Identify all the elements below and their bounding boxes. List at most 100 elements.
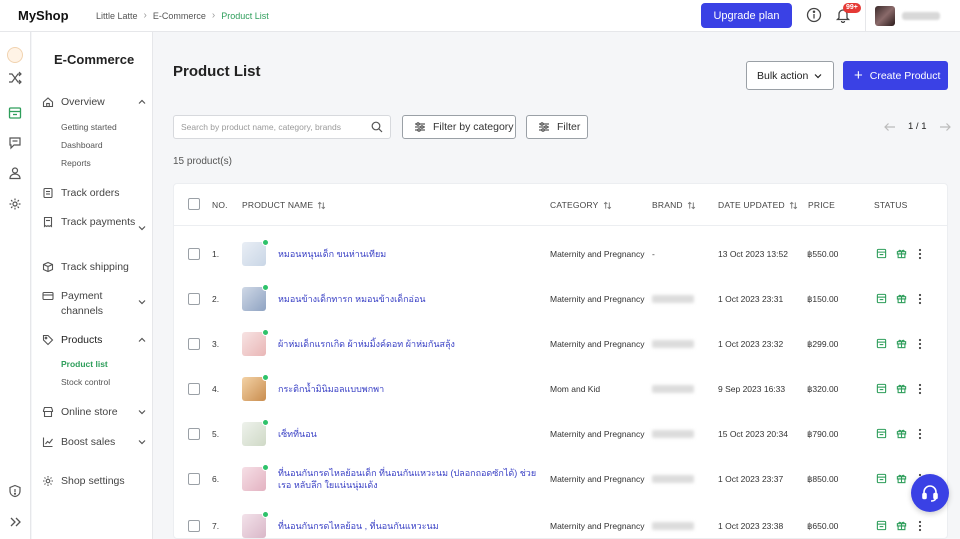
store-icon	[42, 406, 54, 418]
gift-icon[interactable]	[896, 520, 907, 531]
active-status-dot	[262, 419, 269, 426]
avatar[interactable]	[875, 6, 895, 26]
product-price: ฿550.00	[807, 249, 839, 259]
product-name-link[interactable]: หมอนข้างเด็กทารก หมอนข้างเด็กอ่อน	[278, 293, 548, 305]
row-number: 7.	[212, 521, 220, 531]
search-icon[interactable]	[371, 121, 383, 133]
storefront-icon[interactable]	[876, 293, 887, 304]
app-logo[interactable]: MyShop	[18, 8, 78, 23]
row-number: 5.	[212, 429, 220, 439]
product-thumbnail[interactable]	[242, 511, 269, 538]
product-thumbnail[interactable]	[242, 329, 269, 356]
product-thumbnail[interactable]	[242, 284, 269, 311]
row-checkbox[interactable]	[188, 383, 200, 395]
product-thumbnail[interactable]	[242, 239, 269, 266]
storefront-icon[interactable]	[876, 383, 887, 394]
sidebar-item-track-payments[interactable]: Track payments	[42, 215, 147, 233]
clipboard-icon	[43, 187, 53, 199]
sidebar-sub-dashboard[interactable]: Dashboard	[61, 140, 103, 150]
header-product-name[interactable]: PRODUCT NAME	[242, 200, 326, 210]
storefront-icon[interactable]	[876, 473, 887, 484]
gift-icon[interactable]	[896, 428, 907, 439]
sidebar-item-track-shipping[interactable]: Track shipping	[42, 260, 147, 275]
chat-icon[interactable]	[8, 136, 22, 150]
breadcrumb-ecommerce[interactable]: E-Commerce	[153, 11, 206, 21]
storefront-icon[interactable]	[8, 106, 22, 120]
product-thumbnail[interactable]	[242, 419, 269, 446]
upgrade-plan-button[interactable]: Upgrade plan	[701, 3, 792, 28]
table-row: 3. ผ้าห่มเด็กแรกเกิด ผ้าห่มมิ้งค์ดอท ผ้าห…	[174, 322, 947, 367]
header-brand[interactable]: BRAND	[652, 200, 696, 210]
row-checkbox[interactable]	[188, 338, 200, 350]
more-vertical-icon[interactable]	[918, 520, 922, 532]
arrow-right-icon[interactable]	[939, 122, 951, 132]
sidebar-item-online-store[interactable]: Online store	[42, 405, 147, 420]
row-checkbox[interactable]	[188, 293, 200, 305]
gift-icon[interactable]	[896, 383, 907, 394]
gift-icon[interactable]	[896, 248, 907, 259]
row-checkbox[interactable]	[188, 428, 200, 440]
arrow-left-icon[interactable]	[884, 122, 896, 132]
sidebar-item-boost-sales[interactable]: Boost sales	[42, 435, 147, 450]
search-box[interactable]	[173, 115, 391, 139]
sidebar-item-payment-channels[interactable]: Payment channels	[42, 289, 147, 319]
row-checkbox[interactable]	[188, 248, 200, 260]
storefront-icon[interactable]	[876, 248, 887, 259]
storefront-icon[interactable]	[876, 428, 887, 439]
product-name-link[interactable]: เซ็ทที่นอน	[278, 428, 548, 440]
row-checkbox[interactable]	[188, 520, 200, 532]
product-category: Maternity and Pregnancy	[550, 339, 645, 349]
filter-button[interactable]: Filter	[526, 115, 588, 139]
gift-icon[interactable]	[896, 293, 907, 304]
header-category[interactable]: CATEGORY	[550, 200, 612, 210]
product-thumbnail[interactable]	[242, 374, 269, 401]
sidebar-item-products[interactable]: Products	[42, 333, 147, 348]
product-category: Maternity and Pregnancy	[550, 249, 645, 259]
user-icon[interactable]	[8, 166, 22, 180]
pagination: 1 / 1	[884, 121, 951, 132]
product-name-link[interactable]: ที่นอนกันกรดไหลย้อนเด็ก ที่นอนกันแหวะนม …	[278, 467, 548, 491]
product-name-link[interactable]: หมอนหนุนเด็ก ขนห่านเทียม	[278, 248, 548, 260]
expand-sidebar-icon[interactable]	[8, 515, 22, 529]
table-row: 4. กระติกน้ำมินิมอลแบบพกพา Mom and Kid 9 Se…	[174, 367, 947, 412]
product-name-link[interactable]: ที่นอนกันกรดไหลย้อน , ที่นอนกันแหวะนม	[278, 520, 548, 532]
search-input[interactable]	[174, 116, 364, 138]
storefront-icon[interactable]	[876, 520, 887, 531]
header-date-updated[interactable]: DATE UPDATED	[718, 200, 798, 210]
create-product-button[interactable]: + Create Product	[843, 61, 948, 90]
sidebar-sub-product-list[interactable]: Product list	[61, 359, 108, 369]
row-checkbox[interactable]	[188, 473, 200, 485]
sidebar-item-track-orders[interactable]: Track orders	[42, 186, 147, 201]
sidebar-sub-reports[interactable]: Reports	[61, 158, 91, 168]
username-blurred[interactable]	[902, 12, 940, 20]
shuffle-icon[interactable]	[8, 71, 22, 85]
sidebar: E-Commerce Overview Getting started Dash…	[32, 32, 153, 539]
gift-icon[interactable]	[896, 473, 907, 484]
sidebar-item-overview[interactable]: Overview	[42, 95, 147, 110]
product-name-link[interactable]: ผ้าห่มเด็กแรกเกิด ผ้าห่มมิ้งค์ดอท ผ้าห่ม…	[278, 338, 548, 350]
headset-icon	[922, 485, 938, 502]
row-number: 3.	[212, 339, 220, 349]
gift-icon[interactable]	[896, 338, 907, 349]
more-vertical-icon[interactable]	[918, 293, 922, 305]
gear-icon[interactable]	[8, 197, 22, 211]
breadcrumb-shop[interactable]: Little Latte	[96, 11, 138, 21]
shop-logo-icon[interactable]	[7, 47, 23, 63]
shield-icon[interactable]	[8, 484, 22, 498]
more-vertical-icon[interactable]	[918, 338, 922, 350]
info-icon[interactable]	[806, 7, 822, 23]
product-name-link[interactable]: กระติกน้ำมินิมอลแบบพกพา	[278, 383, 548, 395]
filter-by-category-button[interactable]: Filter by category	[402, 115, 516, 139]
sidebar-sub-getting-started[interactable]: Getting started	[61, 122, 117, 132]
product-thumbnail[interactable]	[242, 464, 269, 491]
create-product-label: Create Product	[869, 69, 941, 82]
bulk-action-dropdown[interactable]: Bulk action	[746, 61, 834, 90]
support-chat-button[interactable]	[911, 474, 949, 512]
more-vertical-icon[interactable]	[918, 428, 922, 440]
storefront-icon[interactable]	[876, 338, 887, 349]
select-all-checkbox[interactable]	[188, 198, 200, 210]
more-vertical-icon[interactable]	[918, 248, 922, 260]
sidebar-sub-stock-control[interactable]: Stock control	[61, 377, 110, 387]
more-vertical-icon[interactable]	[918, 383, 922, 395]
sidebar-item-shop-settings[interactable]: Shop settings	[42, 474, 147, 489]
